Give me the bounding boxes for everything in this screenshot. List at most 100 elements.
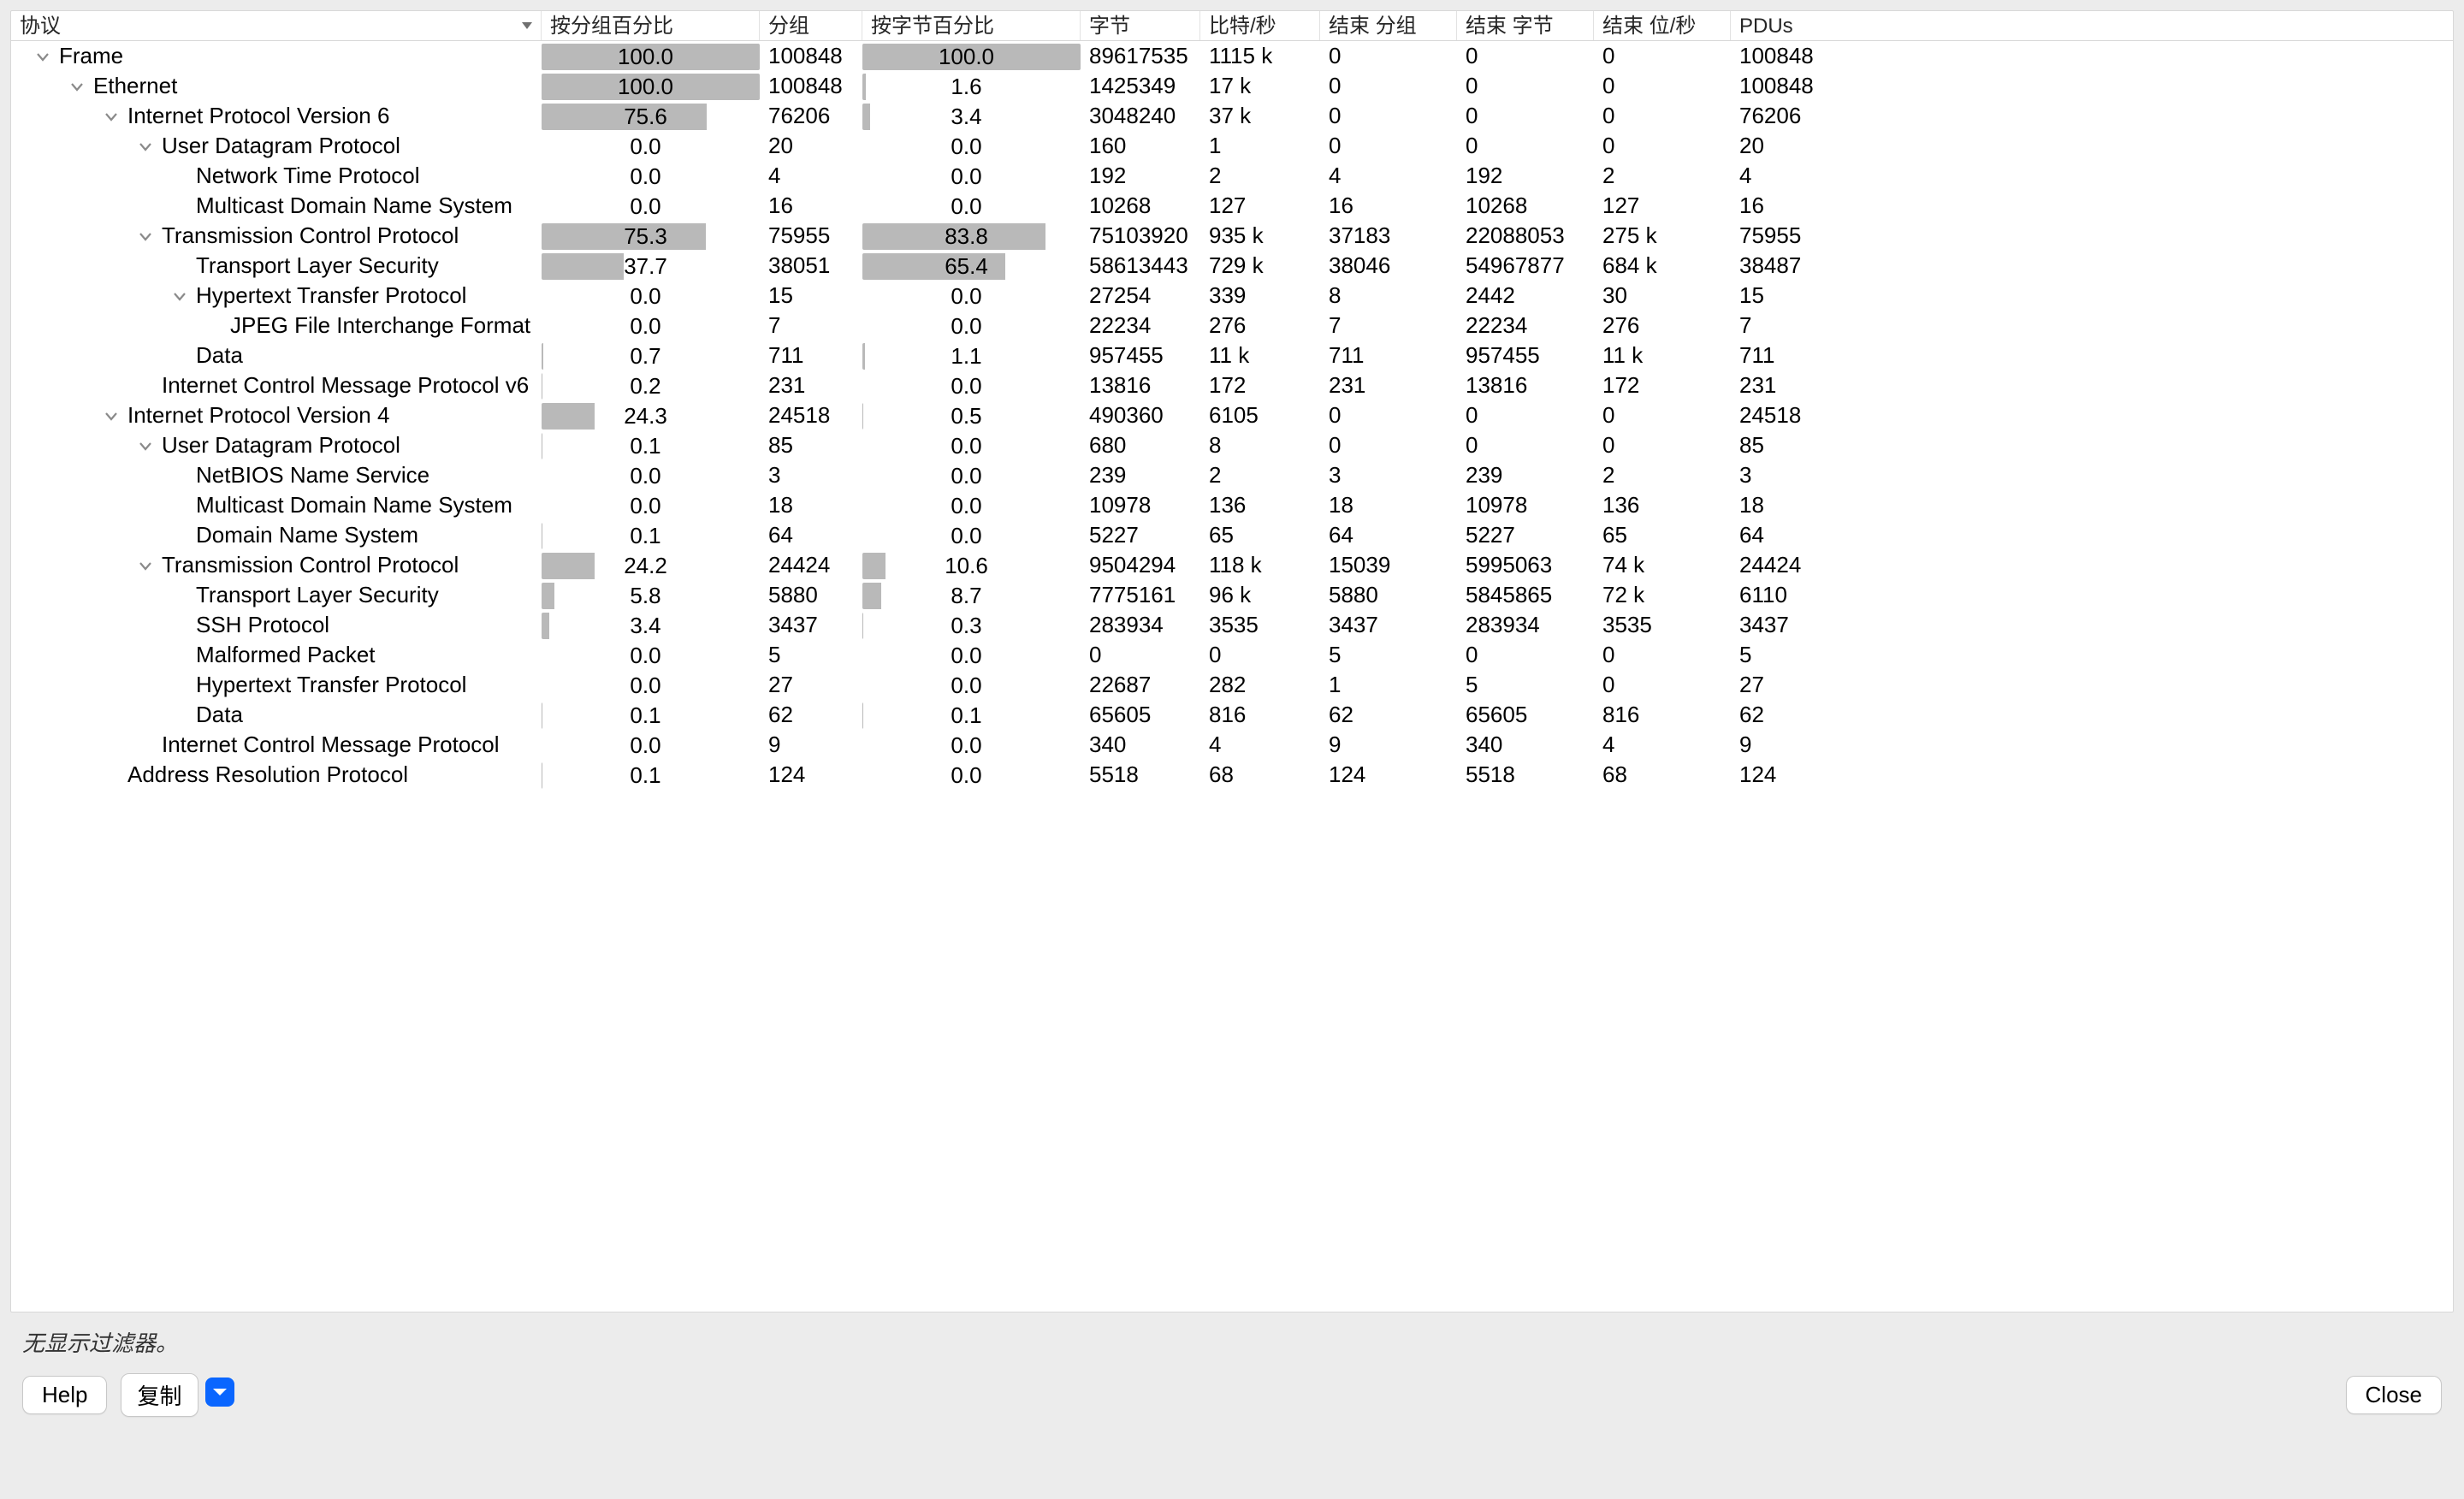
table-row[interactable]: Internet Control Message Protocol v60.22… [11, 370, 2453, 400]
table-row[interactable]: Internet Protocol Version 675.6762063.43… [11, 101, 2453, 131]
table-row[interactable]: Hypertext Transfer Protocol0.0150.027254… [11, 281, 2453, 311]
end-packets-cell: 4 [1320, 161, 1457, 191]
end-bytes-cell: 340 [1457, 730, 1594, 760]
percent-text: 75.6 [542, 104, 749, 130]
table-row[interactable]: Network Time Protocol0.040.01922419224 [11, 161, 2453, 191]
pct-bytes-cell: 10.6 [862, 553, 1081, 579]
protocol-name: Data [196, 702, 243, 728]
table-row[interactable]: JPEG File Interchange Format0.070.022234… [11, 311, 2453, 341]
table-row[interactable]: Domain Name System0.1640.052276564522765… [11, 520, 2453, 550]
column-header-pct-bytes[interactable]: 按字节百分比 [862, 11, 1081, 40]
column-header-protocol[interactable]: 协议 [11, 11, 542, 40]
disclosure-triangle-icon[interactable] [104, 109, 119, 124]
disclosure-triangle-icon[interactable] [172, 288, 187, 304]
copy-dropdown-button[interactable] [205, 1378, 234, 1407]
table-row[interactable]: Ethernet100.01008481.6142534917 k0001008… [11, 71, 2453, 101]
table-row[interactable]: Internet Control Message Protocol0.090.0… [11, 730, 2453, 760]
column-header-end-bytes[interactable]: 结束 字节 [1457, 11, 1594, 40]
table-row[interactable]: User Datagram Protocol0.0200.0160100020 [11, 131, 2453, 161]
table-row[interactable]: Data0.1620.165605816626560581662 [11, 700, 2453, 730]
table-row[interactable]: Transport Layer Security37.73805165.4586… [11, 251, 2453, 281]
column-header-end-bps[interactable]: 结束 位/秒 [1594, 11, 1731, 40]
percent-text: 0.0 [542, 313, 749, 340]
end-bytes-cell: 283934 [1457, 610, 1594, 640]
pct-bytes-cell: 0.0 [862, 193, 1081, 220]
end-bytes-cell: 0 [1457, 400, 1594, 430]
bytes-cell: 283934 [1081, 610, 1200, 640]
table-row[interactable]: SSH Protocol3.434370.3283934353534372839… [11, 610, 2453, 640]
end-bps-cell: 816 [1594, 700, 1731, 730]
table-row[interactable]: Malformed Packet0.050.0005005 [11, 640, 2453, 670]
disclosure-triangle-icon[interactable] [138, 228, 153, 244]
pct-packets-cell: 0.0 [542, 163, 760, 190]
chevron-down-icon [212, 1387, 228, 1397]
end-packets-cell: 1 [1320, 670, 1457, 700]
pct-bytes-cell: 0.0 [862, 732, 1081, 759]
pdus-cell: 62 [1731, 700, 1868, 730]
percent-text: 0.1 [542, 523, 749, 549]
disclosure-triangle-icon[interactable] [138, 438, 153, 453]
table-row[interactable]: Hypertext Transfer Protocol0.0270.022687… [11, 670, 2453, 700]
bytes-cell: 0 [1081, 640, 1200, 670]
protocol-name: Domain Name System [196, 522, 418, 548]
disclosure-triangle-icon [172, 258, 187, 274]
pct-bytes-cell: 0.5 [862, 403, 1081, 430]
column-header-bps[interactable]: 比特/秒 [1200, 11, 1320, 40]
pct-bytes-cell: 0.0 [862, 373, 1081, 400]
disclosure-triangle-icon[interactable] [104, 408, 119, 424]
disclosure-triangle-icon[interactable] [138, 139, 153, 154]
table-row[interactable]: Transmission Control Protocol24.22442410… [11, 550, 2453, 580]
end-bps-cell: 0 [1594, 400, 1731, 430]
bytes-cell: 9504294 [1081, 550, 1200, 580]
table-row[interactable]: Multicast Domain Name System0.0160.01026… [11, 191, 2453, 221]
end-packets-cell: 231 [1320, 370, 1457, 400]
table-row[interactable]: User Datagram Protocol0.1850.0680800085 [11, 430, 2453, 460]
close-button[interactable]: Close [2346, 1376, 2442, 1414]
pct-packets-cell: 0.1 [542, 433, 760, 459]
column-header-end-packets[interactable]: 结束 分组 [1320, 11, 1457, 40]
percent-text: 0.0 [862, 433, 1070, 459]
table-row[interactable]: Multicast Domain Name System0.0180.01097… [11, 490, 2453, 520]
packets-cell: 100848 [760, 71, 862, 101]
pct-packets-cell: 24.2 [542, 553, 760, 579]
column-header-bytes[interactable]: 字节 [1081, 11, 1200, 40]
table-row[interactable]: NetBIOS Name Service0.030.02392323923 [11, 460, 2453, 490]
table-row[interactable]: Frame100.0100848100.0896175351115 k00010… [11, 41, 2453, 71]
percent-text: 75.3 [542, 223, 749, 250]
pdus-cell: 9 [1731, 730, 1868, 760]
bps-cell: 0 [1200, 640, 1320, 670]
protocol-name: Frame [59, 43, 123, 69]
disclosure-triangle-icon[interactable] [138, 558, 153, 573]
end-packets-cell: 16 [1320, 191, 1457, 221]
end-packets-cell: 38046 [1320, 251, 1457, 281]
end-bytes-cell: 5 [1457, 670, 1594, 700]
column-header-pct-packets[interactable]: 按分组百分比 [542, 11, 760, 40]
bytes-cell: 10978 [1081, 490, 1200, 520]
percent-text: 0.0 [542, 672, 749, 699]
percent-text: 0.0 [862, 193, 1070, 220]
packets-cell: 38051 [760, 251, 862, 281]
end-packets-cell: 5 [1320, 640, 1457, 670]
table-row[interactable]: Address Resolution Protocol0.11240.05518… [11, 760, 2453, 790]
percent-text: 0.0 [542, 732, 749, 759]
end-bytes-cell: 5518 [1457, 760, 1594, 790]
copy-button[interactable]: 复制 [121, 1373, 198, 1417]
pct-bytes-cell: 65.4 [862, 253, 1081, 280]
table-row[interactable]: Transport Layer Security5.858808.7777516… [11, 580, 2453, 610]
percent-text: 0.0 [862, 732, 1070, 759]
percent-text: 1.1 [862, 343, 1070, 370]
end-bps-cell: 74 k [1594, 550, 1731, 580]
disclosure-triangle-icon[interactable] [69, 79, 85, 94]
column-header-pdus[interactable]: PDUs [1731, 11, 1868, 40]
pct-bytes-cell: 0.0 [862, 762, 1081, 789]
table-row[interactable]: Data0.77111.195745511 k71195745511 k711 [11, 341, 2453, 370]
help-button[interactable]: Help [22, 1376, 107, 1414]
table-row[interactable]: Internet Protocol Version 424.3245180.54… [11, 400, 2453, 430]
protocol-hierarchy-table[interactable]: 协议 按分组百分比 分组 按字节百分比 字节 比特/秒 结束 分组 结束 字节 … [10, 10, 2454, 1312]
disclosure-triangle-icon[interactable] [35, 49, 50, 64]
protocol-name: Data [196, 342, 243, 369]
column-header-packets[interactable]: 分组 [760, 11, 862, 40]
table-row[interactable]: Transmission Control Protocol75.37595583… [11, 221, 2453, 251]
pdus-cell: 3 [1731, 460, 1868, 490]
bps-cell: 3535 [1200, 610, 1320, 640]
